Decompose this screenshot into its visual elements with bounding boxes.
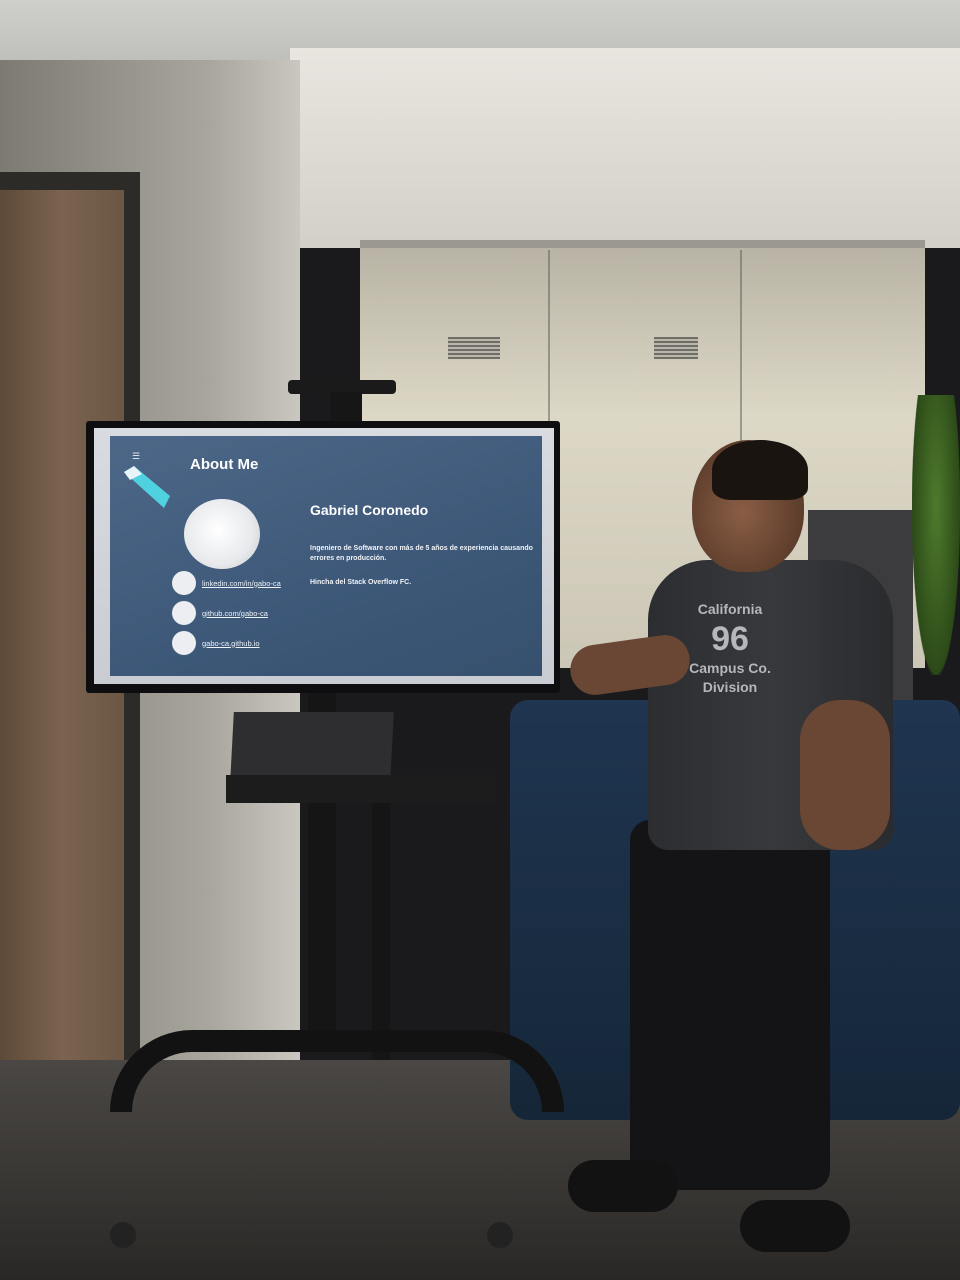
hamburger-icon[interactable]: ☰	[132, 452, 142, 461]
social-link-row[interactable]: gabo-ca.github.io	[172, 631, 260, 655]
air-vent	[654, 337, 698, 359]
person-arm	[800, 700, 890, 850]
social-link-row[interactable]: github.com/gabo-ca	[172, 601, 268, 625]
person-legs	[630, 820, 830, 1190]
slide-background: ☰ About Me Gabriel Coronedo Ingeniero de…	[110, 436, 542, 676]
sneaker	[740, 1200, 850, 1252]
wheel	[487, 1222, 513, 1248]
avatar	[184, 499, 260, 569]
github-link[interactable]: github.com/gabo-ca	[202, 609, 268, 618]
github-icon	[172, 601, 196, 625]
person-hair	[712, 440, 808, 500]
sneaker	[568, 1160, 678, 1212]
shirt-print: California 96 Campus Co. Division	[670, 600, 790, 810]
profile-name: Gabriel Coronedo	[310, 502, 429, 518]
wheel	[110, 1222, 136, 1248]
potted-plant	[912, 395, 960, 675]
shirt-print-line: California	[697, 601, 763, 617]
shirt-print-line: Division	[702, 679, 758, 695]
tv-screen: ☰ About Me Gabriel Coronedo Ingeniero de…	[94, 428, 554, 684]
page-title: About Me	[190, 456, 259, 473]
stand-shelf	[226, 775, 496, 803]
air-vent	[448, 337, 500, 359]
ribbon-icon	[124, 466, 170, 508]
social-link-row[interactable]: linkedin.com/in/gabo-ca	[172, 571, 281, 595]
website-link[interactable]: gabo-ca.github.io	[202, 639, 260, 648]
profile-bio: Ingeniero de Software con más de 5 años …	[310, 545, 533, 562]
linkedin-link[interactable]: linkedin.com/in/gabo-ca	[202, 579, 281, 588]
photo-scene: ☰ About Me Gabriel Coronedo Ingeniero de…	[0, 0, 960, 1280]
linkedin-icon	[172, 571, 196, 595]
stand-base	[110, 1030, 564, 1112]
back-wall	[290, 48, 960, 248]
profile-bio-extra: Hincha del Stack Overflow FC.	[310, 579, 412, 586]
laptop	[230, 712, 394, 782]
globe-icon	[172, 631, 196, 655]
stand-pole	[372, 780, 390, 1060]
